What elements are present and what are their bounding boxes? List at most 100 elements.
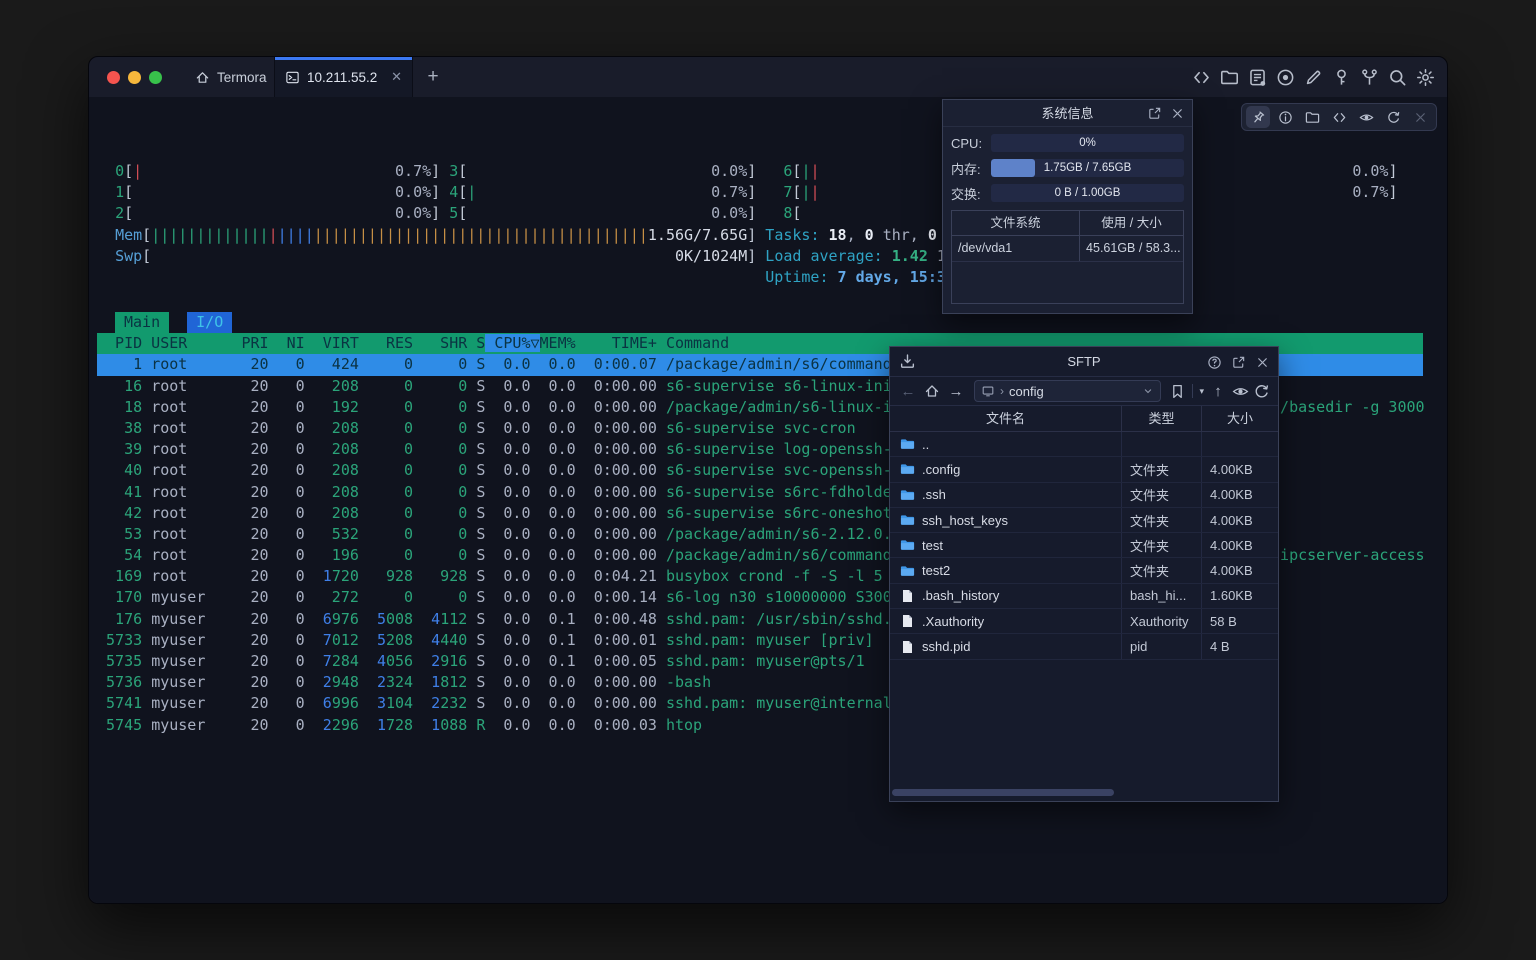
file-name: ..: [922, 437, 929, 452]
meter-value: 0 B / 1.00GB: [991, 184, 1184, 202]
htop-tab-io[interactable]: I/O: [187, 312, 232, 333]
refresh-icon[interactable]: [1253, 383, 1270, 400]
overlay-pin-button[interactable]: [1246, 106, 1270, 128]
file-row[interactable]: .bash_historybash_hi...1.60KB: [890, 584, 1278, 609]
folder-icon[interactable]: [1220, 68, 1239, 87]
sysinfo-panel: 系统信息 CPU:0%内存:1.75GB / 7.65GB交换:0 B / 1.…: [942, 99, 1193, 314]
code-icon[interactable]: [1192, 68, 1211, 87]
traffic-lights: [107, 71, 162, 84]
computer-icon: [981, 384, 995, 398]
breadcrumb-separator: ›: [1000, 384, 1004, 398]
file-name: .ssh: [922, 487, 946, 502]
column-type[interactable]: 类型: [1122, 406, 1202, 432]
events-icon[interactable]: [1248, 68, 1267, 87]
bookmark-icon[interactable]: [1169, 383, 1186, 400]
tab-termora-home[interactable]: Termora: [185, 57, 277, 97]
file-row[interactable]: .XauthorityXauthority58 B: [890, 609, 1278, 634]
active-tab-indicator: [275, 57, 412, 60]
overlay-eye-button[interactable]: [1354, 106, 1378, 128]
close-panel-icon[interactable]: [1170, 106, 1185, 121]
fs-table-row: /dev/vda145.61GB / 58.3...: [952, 236, 1183, 262]
file-icon: [900, 640, 915, 654]
file-size: 58 B: [1202, 609, 1278, 633]
terminal-line: 2[ 0.0%] 5[ 0.0%] 8[: [97, 203, 1397, 224]
sftp-table-header[interactable]: 文件名 类型 大小: [890, 406, 1278, 432]
sftp-toolbar: ← → › config ▾ ↑: [890, 377, 1278, 406]
file-name: test: [922, 538, 943, 553]
meter-value: 1.75GB / 7.65GB: [991, 159, 1184, 177]
meter-label: 交换:: [951, 184, 991, 203]
file-type: 文件夹: [1122, 483, 1202, 507]
minimize-window-button[interactable]: [128, 71, 141, 84]
sysinfo-meter: 内存:1.75GB / 7.65GB: [951, 159, 1184, 177]
home-icon[interactable]: [922, 383, 942, 399]
overlay-folder-button[interactable]: [1300, 106, 1324, 128]
key-icon[interactable]: [1332, 68, 1351, 87]
file-type: bash_hi...: [1122, 584, 1202, 608]
file-row[interactable]: test文件夹4.00KB: [890, 533, 1278, 558]
file-row[interactable]: .config文件夹4.00KB: [890, 457, 1278, 482]
chevron-down-icon: [1142, 385, 1154, 397]
close-window-button[interactable]: [107, 71, 120, 84]
home-icon: [195, 70, 210, 85]
zoom-window-button[interactable]: [149, 71, 162, 84]
new-tab-button[interactable]: +: [421, 65, 445, 89]
file-type: 文件夹: [1122, 457, 1202, 481]
path-combobox[interactable]: › config: [974, 380, 1161, 402]
folder-icon: [900, 564, 915, 578]
help-icon[interactable]: [1207, 355, 1222, 370]
code-icon: [1332, 110, 1347, 125]
file-row[interactable]: .ssh文件夹4.00KB: [890, 483, 1278, 508]
settings-icon[interactable]: [1416, 68, 1435, 87]
back-icon[interactable]: ←: [898, 383, 918, 400]
file-size: 4.00KB: [1202, 533, 1278, 557]
file-name: .bash_history: [922, 588, 999, 603]
record-icon[interactable]: [1276, 68, 1295, 87]
divider: [1192, 384, 1193, 398]
terminal-line: Uptime: 7 days, 15:32:41: [97, 267, 1397, 288]
column-size[interactable]: 大小: [1202, 406, 1278, 432]
search-icon[interactable]: [1388, 68, 1407, 87]
folder-icon: [900, 437, 915, 451]
close-panel-icon[interactable]: [1255, 355, 1270, 370]
overlay-info-button[interactable]: [1273, 106, 1297, 128]
forward-icon[interactable]: →: [946, 383, 966, 400]
meter-bar: 0 B / 1.00GB: [991, 184, 1184, 202]
close-tab-icon[interactable]: ✕: [391, 69, 402, 85]
terminal-line: Mem[||||||||||||||||||||||||||||||||||||…: [97, 225, 1397, 246]
folder-icon: [900, 513, 915, 527]
file-type: pid: [1122, 634, 1202, 658]
sysinfo-meter: 交换:0 B / 1.00GB: [951, 184, 1184, 202]
sysinfo-meters: CPU:0%内存:1.75GB / 7.65GB交换:0 B / 1.00GB: [943, 134, 1192, 202]
fs-column-header: 使用 / 大小: [1079, 211, 1183, 235]
keychain-icon[interactable]: [1360, 68, 1379, 87]
show-hidden-icon[interactable]: [1232, 383, 1249, 400]
open-in-window-icon[interactable]: [1147, 106, 1162, 121]
edit-icon[interactable]: [1304, 68, 1323, 87]
close-icon: [1413, 110, 1428, 125]
overlay-close-button[interactable]: [1408, 106, 1432, 128]
file-type: Xauthority: [1122, 609, 1202, 633]
file-size: 4.00KB: [1202, 457, 1278, 481]
file-row[interactable]: test2文件夹4.00KB: [890, 558, 1278, 583]
file-row[interactable]: ssh_host_keys文件夹4.00KB: [890, 508, 1278, 533]
screen: Termora 10.211.55.2 ✕ + 0[| 0.7%] 3[ 0.0…: [0, 0, 1536, 960]
tab-ssh-session[interactable]: 10.211.55.2 ✕: [274, 57, 413, 97]
open-in-window-icon[interactable]: [1231, 355, 1246, 370]
file-size: 4.00KB: [1202, 508, 1278, 532]
overlay-refresh-button[interactable]: [1381, 106, 1405, 128]
session-tab-label: 10.211.55.2: [307, 70, 377, 85]
file-size: 4.00KB: [1202, 558, 1278, 582]
file-row[interactable]: ..: [890, 432, 1278, 457]
home-tab-label: Termora: [217, 70, 267, 85]
overlay-code-button[interactable]: [1327, 106, 1351, 128]
htop-tab-main[interactable]: Main: [115, 312, 169, 333]
column-filename[interactable]: 文件名: [890, 406, 1122, 432]
info-icon: [1278, 110, 1293, 125]
horizontal-scrollbar-thumb[interactable]: [892, 789, 1114, 796]
bookmark-dropdown-icon[interactable]: ▾: [1199, 386, 1204, 397]
up-directory-icon[interactable]: ↑: [1208, 383, 1228, 400]
file-size: 4 B: [1202, 634, 1278, 658]
pin-icon: [1251, 110, 1266, 125]
file-row[interactable]: sshd.pidpid4 B: [890, 634, 1278, 659]
